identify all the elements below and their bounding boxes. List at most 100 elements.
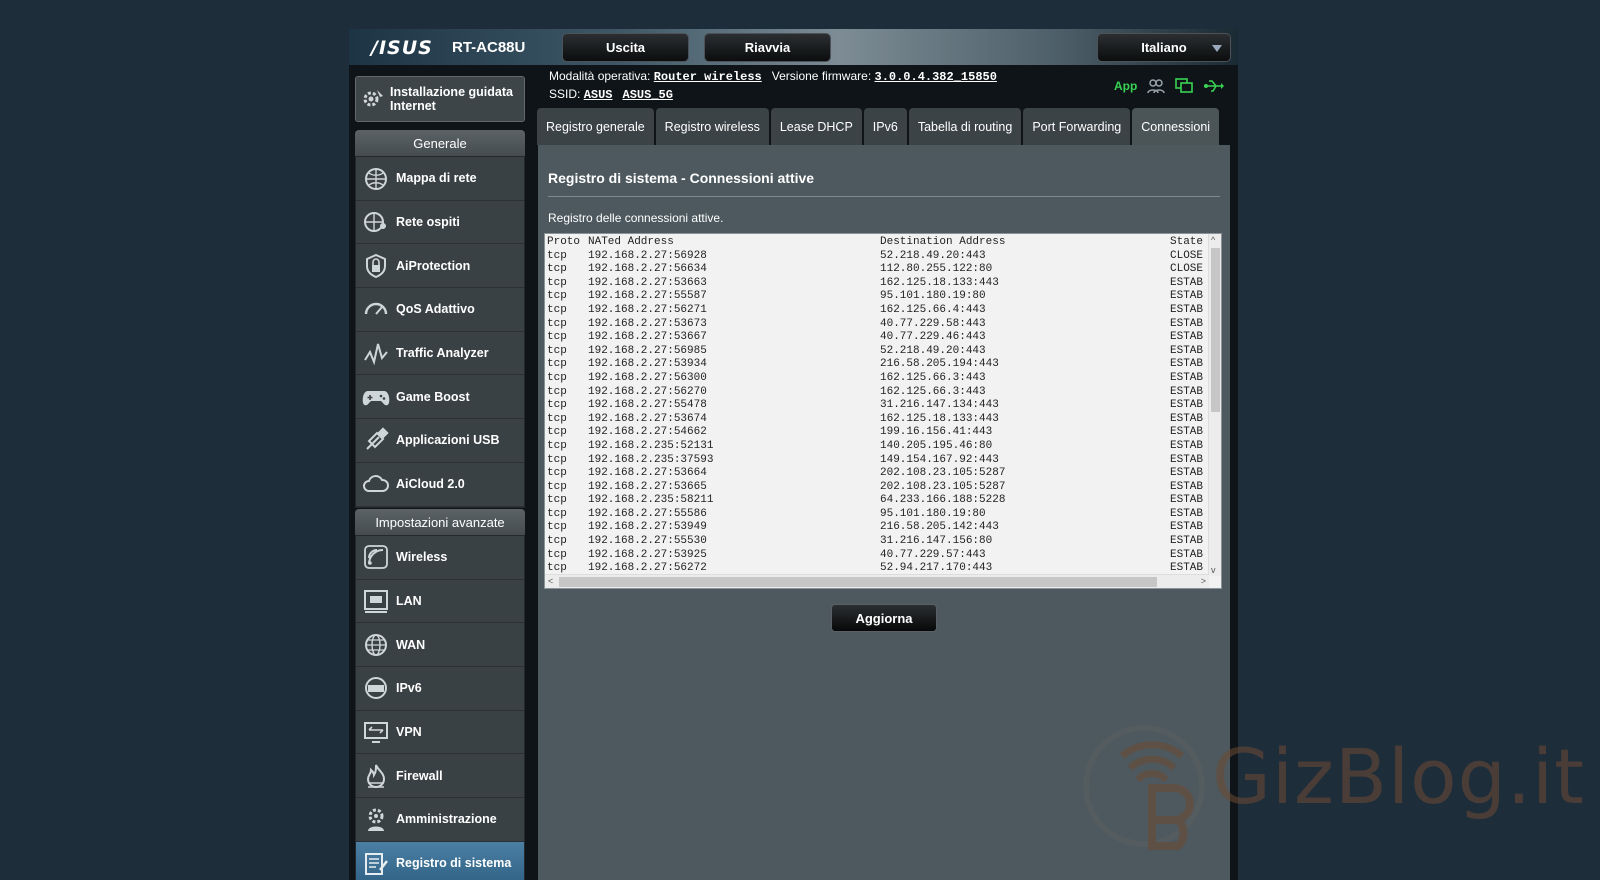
- sidebar-item-game-boost[interactable]: Game Boost: [356, 375, 524, 420]
- tab-routing-table[interactable]: Tabella di routing: [908, 108, 1022, 145]
- cell-destination-address: 162.125.66.3:443: [880, 385, 986, 398]
- sidebar-item-label: VPN: [396, 725, 422, 740]
- sidebar-item-firewall[interactable]: Firewall: [356, 754, 524, 799]
- connections-log-textarea[interactable]: Proto NATed Address Destination Address …: [544, 233, 1222, 589]
- cell-destination-address: 162.125.66.4:443: [880, 303, 986, 316]
- table-row: tcp 192.168.2.27:56271 162.125.66.4:443 EST…: [547, 304, 1207, 318]
- op-mode-label: Modalità operativa:: [549, 69, 651, 83]
- ipv6-icon: [360, 672, 392, 704]
- horizontal-scroll-thumb[interactable]: [559, 577, 1157, 587]
- ssid-link-2[interactable]: ASUS_5G: [623, 88, 673, 102]
- table-row: tcp 192.168.2.235:52131 140.205.195.46:80 E…: [547, 440, 1207, 454]
- reboot-button[interactable]: Riavvia: [704, 33, 831, 62]
- language-select[interactable]: Italiano: [1097, 33, 1231, 62]
- vertical-scrollbar[interactable]: ^ v: [1208, 234, 1221, 576]
- general-menu: Mappa di rete Rete ospiti AiProtection Q…: [355, 156, 525, 508]
- cell-proto: tcp: [547, 358, 567, 371]
- cell-proto: tcp: [547, 249, 567, 262]
- cell-destination-address: 216.58.205.142:443: [880, 521, 999, 534]
- app-link[interactable]: App: [1114, 79, 1137, 93]
- sidebar-item-label: Amministrazione: [396, 812, 497, 827]
- guest-network-icon: [360, 206, 392, 238]
- sidebar-item-ipv6[interactable]: IPv6: [356, 667, 524, 711]
- ssid-link-1[interactable]: ASUS: [584, 88, 613, 102]
- scroll-down-icon[interactable]: v: [1211, 565, 1216, 575]
- cell-state: ESTAB: [1170, 317, 1204, 330]
- cell-state: ESTAB: [1170, 303, 1204, 316]
- sidebar-item-label: AiCloud 2.0: [396, 477, 465, 492]
- cell-nated-address: 192.168.2.27:54662: [588, 426, 707, 439]
- cell-nated-address: 192.168.2.27:53673: [588, 317, 707, 330]
- table-row: tcp 192.168.2.235:58211 64.233.166.188:522…: [547, 494, 1207, 508]
- tab-wireless-log[interactable]: Registro wireless: [655, 108, 769, 145]
- cell-destination-address: 199.16.156.41:443: [880, 426, 993, 439]
- table-row: tcp 192.168.2.235:37593 149.154.167.92:443…: [547, 454, 1207, 468]
- cell-destination-address: 31.216.147.156:80: [880, 535, 993, 548]
- tab-port-forwarding[interactable]: Port Forwarding: [1023, 108, 1131, 145]
- header-state: State: [1170, 236, 1204, 248]
- sidebar-item-usb-apps[interactable]: Applicazioni USB: [356, 419, 524, 463]
- table-row: tcp 192.168.2.27:53667 40.77.229.46:443 EST…: [547, 331, 1207, 345]
- op-mode-link[interactable]: Router wireless: [654, 70, 762, 84]
- sidebar-item-network-map[interactable]: Mappa di rete: [356, 157, 524, 201]
- cell-destination-address: 202.108.23.105:5287: [880, 480, 1006, 493]
- scroll-up-icon[interactable]: ^: [1211, 235, 1215, 245]
- sidebar-item-system-log[interactable]: Registro di sistema: [356, 841, 524, 880]
- table-row: tcp 192.168.2.27:55478 31.216.147.134:443 E…: [547, 399, 1207, 413]
- gamepad-icon: [360, 381, 392, 413]
- internet-wizard-button[interactable]: Installazione guidata Internet: [355, 76, 525, 122]
- sidebar-item-lan[interactable]: LAN: [356, 579, 524, 624]
- cell-state: ESTAB: [1170, 426, 1204, 439]
- cell-proto: tcp: [547, 521, 567, 534]
- sidebar-item-aiprotection[interactable]: AiProtection: [356, 244, 524, 289]
- refresh-button[interactable]: Aggiorna: [831, 604, 937, 632]
- logout-button[interactable]: Uscita: [562, 33, 689, 62]
- tab-connections[interactable]: Connessioni: [1132, 108, 1220, 145]
- cell-proto: tcp: [547, 371, 567, 384]
- cell-state: ESTAB: [1170, 276, 1204, 289]
- sidebar-item-vpn[interactable]: VPN: [356, 710, 524, 755]
- cell-destination-address: 149.154.167.92:443: [880, 453, 999, 466]
- sidebar-item-wan[interactable]: WAN: [356, 623, 524, 668]
- sidebar-item-qos[interactable]: QoS Adattivo: [356, 288, 524, 332]
- cell-proto: tcp: [547, 507, 567, 520]
- sidebar-item-label: Applicazioni USB: [396, 433, 500, 448]
- tab-ipv6[interactable]: IPv6: [863, 108, 907, 145]
- cell-nated-address: 192.168.2.27:53674: [588, 412, 707, 425]
- gear-person-icon: [360, 803, 392, 835]
- title-divider: [548, 196, 1220, 197]
- cell-nated-address: 192.168.2.27:55478: [588, 399, 707, 412]
- cell-state: CLOSE: [1170, 263, 1204, 276]
- log-icon: [360, 847, 392, 879]
- sidebar-item-administration[interactable]: Amministrazione: [356, 798, 524, 842]
- table-row: tcp 192.168.2.27:53673 40.77.229.58:443 EST…: [547, 318, 1207, 332]
- cell-proto: tcp: [547, 453, 567, 466]
- table-row: tcp 192.168.2.27:53674 162.125.18.133:443 E…: [547, 413, 1207, 427]
- sidebar-item-label: WAN: [396, 637, 426, 652]
- firmware-link[interactable]: 3.0.0.4.382_15850: [875, 70, 997, 84]
- vertical-scroll-thumb[interactable]: [1211, 248, 1220, 412]
- clients-icon[interactable]: [1147, 78, 1166, 94]
- scroll-left-icon[interactable]: <: [548, 576, 553, 586]
- sidebar-item-wireless[interactable]: Wireless: [356, 536, 524, 580]
- sidebar-item-guest-network[interactable]: Rete ospiti: [356, 200, 524, 245]
- cell-state: ESTAB: [1170, 507, 1204, 520]
- cell-nated-address: 192.168.2.27:56271: [588, 303, 707, 316]
- cell-destination-address: 95.101.180.19:80: [880, 290, 986, 303]
- advanced-menu: Wireless LAN WAN IPv6 VPN Firewall Ammin…: [355, 535, 525, 880]
- tab-general-log[interactable]: Registro generale: [537, 108, 654, 145]
- cell-proto: tcp: [547, 317, 567, 330]
- scroll-right-icon[interactable]: >: [1201, 576, 1206, 586]
- header-nated: NATed Address: [588, 236, 674, 248]
- language-value: Italiano: [1141, 40, 1187, 55]
- cell-state: ESTAB: [1170, 344, 1204, 357]
- page-title: Registro di sistema - Connessioni attive: [548, 170, 815, 186]
- firewall-icon: [360, 760, 392, 792]
- tab-dhcp-lease[interactable]: Lease DHCP: [770, 108, 862, 145]
- sidebar-item-label: QoS Adattivo: [396, 302, 475, 317]
- devices-icon[interactable]: [1175, 78, 1194, 94]
- usb-icon[interactable]: [1203, 79, 1225, 93]
- horizontal-scrollbar[interactable]: < >: [545, 574, 1209, 588]
- sidebar-item-aicloud[interactable]: AiCloud 2.0: [356, 462, 524, 507]
- sidebar-item-traffic-analyzer[interactable]: Traffic Analyzer: [356, 331, 524, 376]
